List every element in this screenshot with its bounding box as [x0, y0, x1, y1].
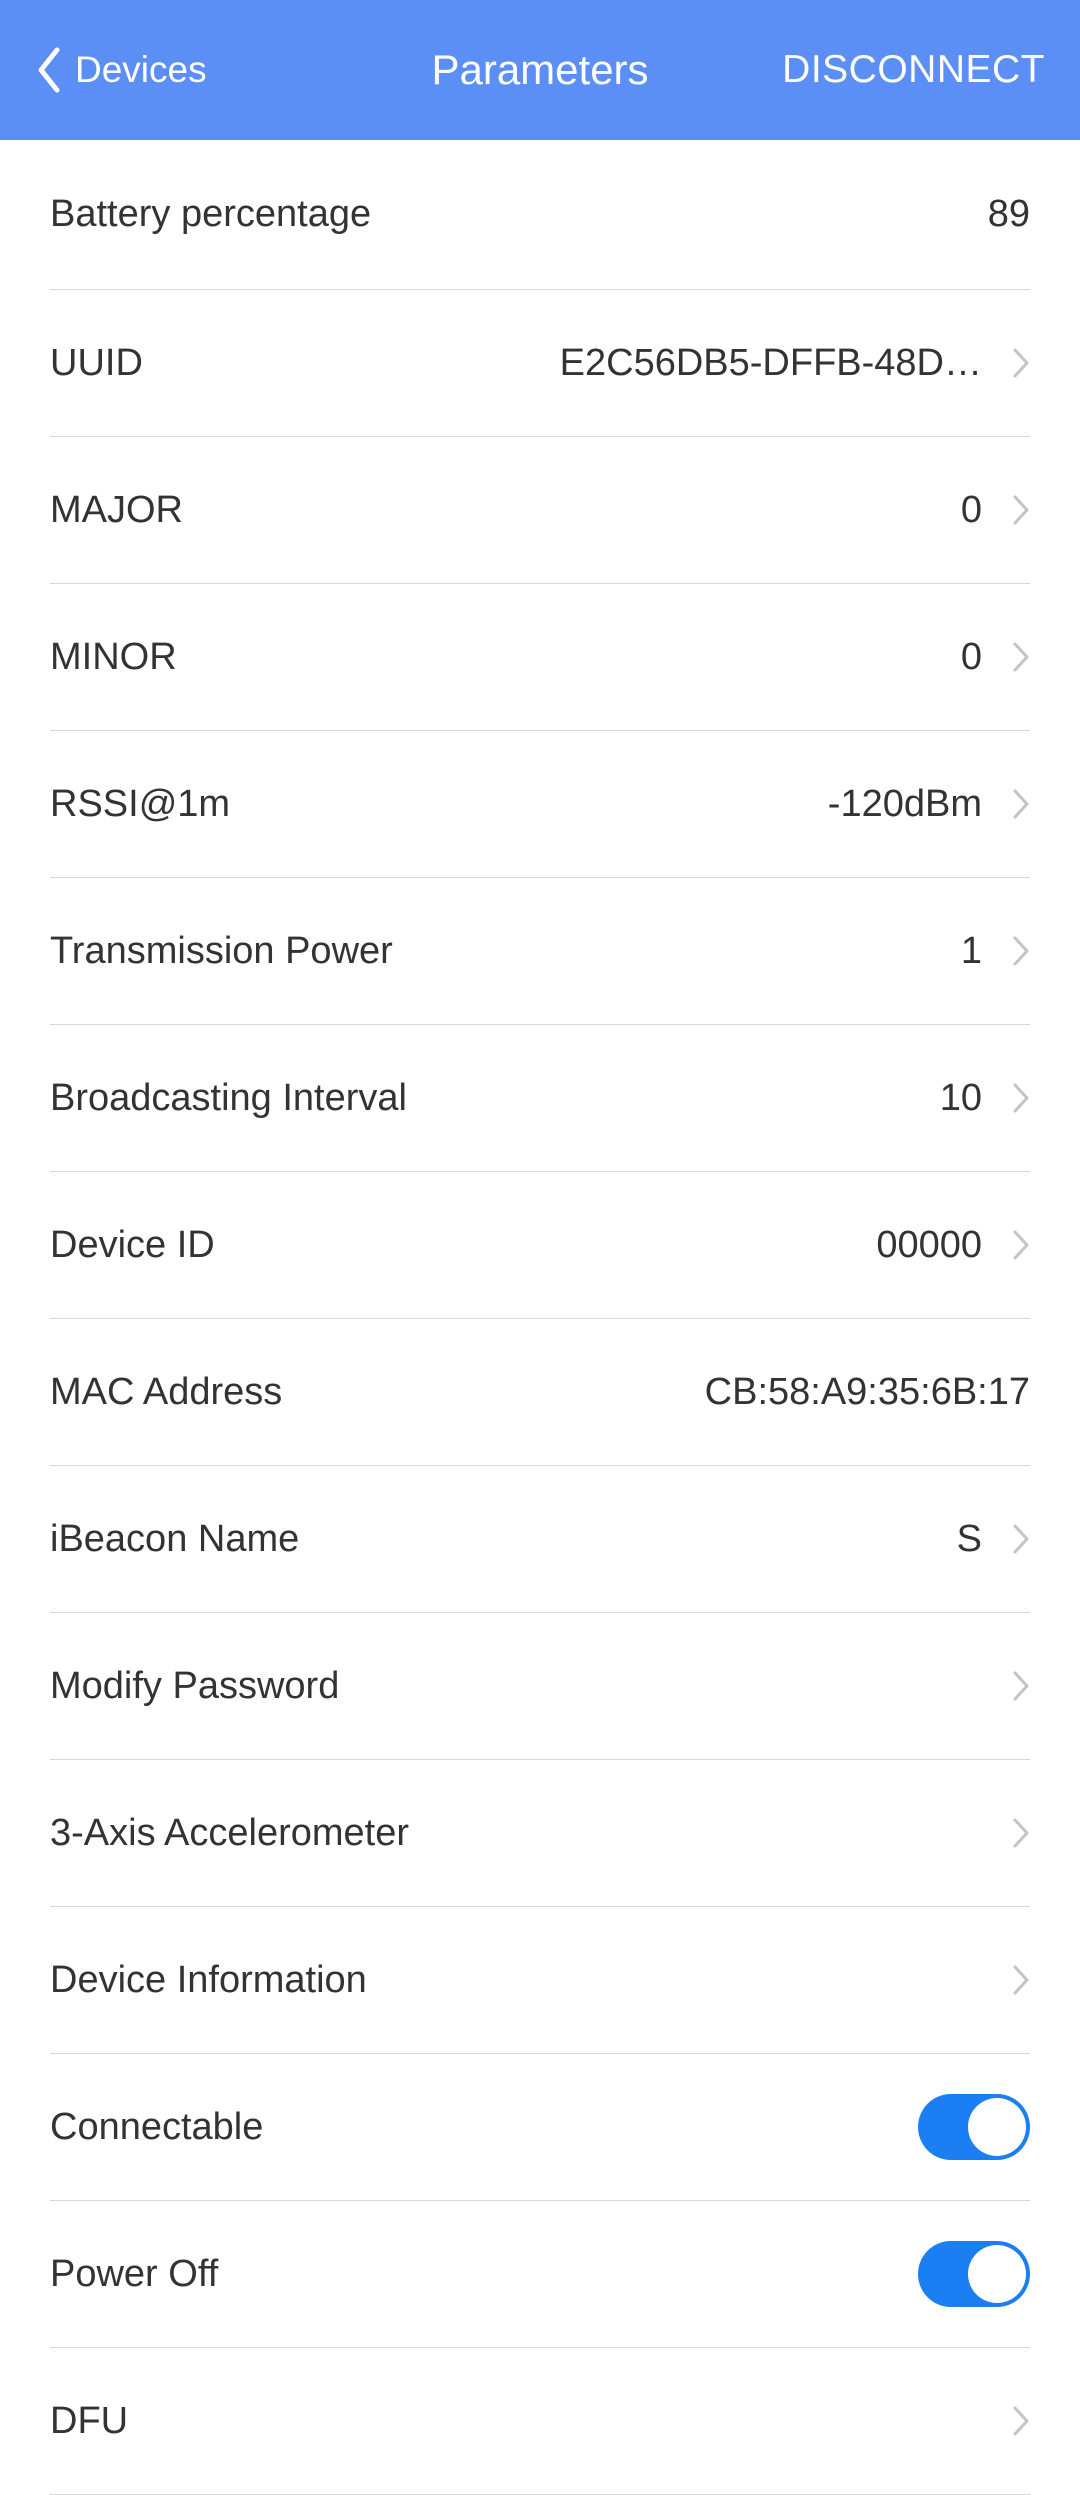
- row-minor[interactable]: MINOR 0: [50, 584, 1030, 731]
- row-value: 1: [961, 930, 982, 973]
- row-mac-address: MAC Address CB:58:A9:35:6B:17: [50, 1319, 1030, 1466]
- row-accelerometer[interactable]: 3-Axis Accelerometer: [50, 1760, 1030, 1907]
- connectable-toggle[interactable]: [918, 2094, 1030, 2160]
- row-value: 0: [961, 489, 982, 532]
- back-label: Devices: [75, 49, 207, 91]
- row-broadcasting-interval[interactable]: Broadcasting Interval 10: [50, 1025, 1030, 1172]
- parameter-list: Battery percentage 89 UUID E2C56DB5-DFFB…: [0, 140, 1080, 2495]
- chevron-right-icon: [1012, 935, 1030, 967]
- row-label: Battery percentage: [50, 193, 371, 236]
- row-label: MAJOR: [50, 489, 183, 532]
- row-label: Transmission Power: [50, 930, 393, 973]
- row-label: Modify Password: [50, 1665, 339, 1708]
- row-uuid[interactable]: UUID E2C56DB5-DFFB-48D…: [50, 290, 1030, 437]
- chevron-right-icon: [1012, 494, 1030, 526]
- disconnect-button[interactable]: DISCONNECT: [782, 48, 1045, 92]
- row-value: 10: [940, 1077, 982, 1120]
- row-label: Connectable: [50, 2106, 263, 2149]
- page-title: Parameters: [431, 46, 648, 94]
- row-value: 00000: [876, 1224, 982, 1267]
- row-label: 3-Axis Accelerometer: [50, 1812, 409, 1855]
- chevron-left-icon: [35, 46, 63, 94]
- row-rssi[interactable]: RSSI@1m -120dBm: [50, 731, 1030, 878]
- row-value: -120dBm: [828, 783, 982, 826]
- row-power-off: Power Off: [50, 2201, 1030, 2348]
- chevron-right-icon: [1012, 1670, 1030, 1702]
- row-label: Power Off: [50, 2253, 218, 2296]
- chevron-right-icon: [1012, 2405, 1030, 2437]
- row-label: MINOR: [50, 636, 177, 679]
- row-value: E2C56DB5-DFFB-48D…: [560, 342, 982, 385]
- chevron-right-icon: [1012, 347, 1030, 379]
- row-ibeacon-name[interactable]: iBeacon Name S: [50, 1466, 1030, 1613]
- row-value: 0: [961, 636, 982, 679]
- row-transmission-power[interactable]: Transmission Power 1: [50, 878, 1030, 1025]
- row-modify-password[interactable]: Modify Password: [50, 1613, 1030, 1760]
- row-label: RSSI@1m: [50, 783, 230, 826]
- chevron-right-icon: [1012, 1229, 1030, 1261]
- row-value: S: [957, 1518, 982, 1561]
- row-battery: Battery percentage 89: [50, 140, 1030, 290]
- row-label: iBeacon Name: [50, 1518, 299, 1561]
- row-label: Device Information: [50, 1959, 367, 2002]
- row-label: MAC Address: [50, 1371, 282, 1414]
- chevron-right-icon: [1012, 788, 1030, 820]
- row-label: UUID: [50, 342, 143, 385]
- chevron-right-icon: [1012, 1817, 1030, 1849]
- row-connectable: Connectable: [50, 2054, 1030, 2201]
- chevron-right-icon: [1012, 1964, 1030, 1996]
- row-dfu[interactable]: DFU: [50, 2348, 1030, 2495]
- chevron-right-icon: [1012, 641, 1030, 673]
- header: Devices Parameters DISCONNECT: [0, 0, 1080, 140]
- row-label: Device ID: [50, 1224, 215, 1267]
- row-major[interactable]: MAJOR 0: [50, 437, 1030, 584]
- back-button[interactable]: Devices: [35, 46, 207, 94]
- row-value: 89: [988, 193, 1030, 236]
- row-device-information[interactable]: Device Information: [50, 1907, 1030, 2054]
- row-value: CB:58:A9:35:6B:17: [705, 1371, 1030, 1414]
- chevron-right-icon: [1012, 1082, 1030, 1114]
- row-label: DFU: [50, 2400, 128, 2443]
- row-device-id[interactable]: Device ID 00000: [50, 1172, 1030, 1319]
- chevron-right-icon: [1012, 1523, 1030, 1555]
- row-label: Broadcasting Interval: [50, 1077, 407, 1120]
- power-off-toggle[interactable]: [918, 2241, 1030, 2307]
